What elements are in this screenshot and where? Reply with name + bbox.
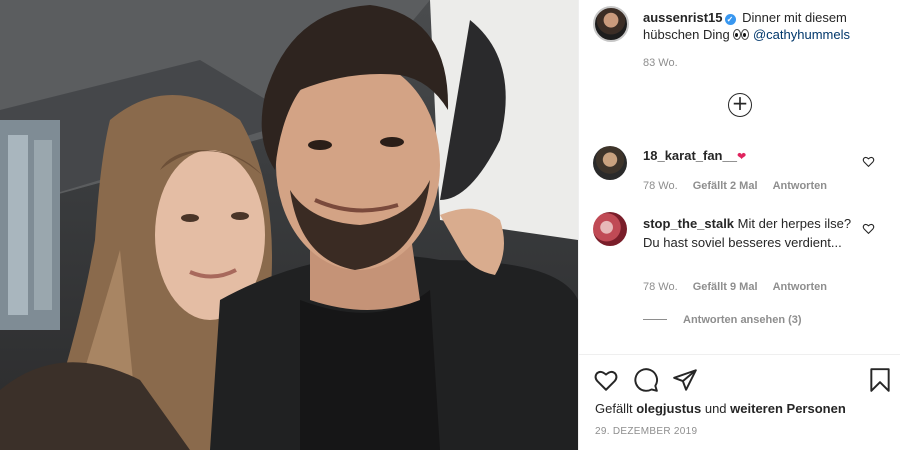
comment-likes[interactable]: Gefällt 9 Mal (693, 281, 758, 293)
post-details-panel: aussenrist15 ✓ Dinner mit diesem hübschen… (578, 0, 900, 450)
comment-meta: 78 Wo. Gefällt 2 Mal Antworten (643, 180, 839, 192)
plus-circle-icon[interactable]: + (728, 93, 752, 117)
comment-likes[interactable]: Gefällt 2 Mal (693, 180, 758, 192)
author-username[interactable]: aussenrist15 (643, 10, 723, 25)
comment-body: 18_karat_fan__❤ (643, 146, 855, 167)
view-replies-button[interactable]: Antworten ansehen (3) (643, 314, 802, 326)
photo-illustration (0, 0, 578, 450)
comment-username[interactable]: 18_karat_fan__ (643, 148, 737, 163)
comment-avatar[interactable] (593, 212, 627, 246)
comment-time: 78 Wo. (643, 180, 678, 192)
likes-others-link[interactable]: weiteren Personen (730, 401, 846, 416)
heart-emoji-icon: ❤ (736, 151, 747, 163)
paper-plane-icon[interactable] (672, 367, 698, 393)
likes-prefix: Gefällt (595, 401, 633, 416)
caption-mention-link[interactable]: @cathyhummels (753, 27, 850, 42)
eyes-emoji-icon (733, 26, 750, 43)
likes-summary: Gefällt olegjustus und weiteren Personen (595, 401, 846, 416)
comment-meta: 78 Wo. Gefällt 9 Mal Antworten (643, 281, 839, 293)
verified-badge-icon: ✓ (724, 14, 736, 25)
comment-body: stop_the_stalk Mit der herpes ilse? Du h… (643, 214, 855, 252)
speech-bubble-icon[interactable] (633, 367, 659, 393)
bookmark-icon[interactable] (867, 367, 893, 393)
comment-like-icon[interactable] (862, 222, 875, 235)
comment-username[interactable]: stop_the_stalk (643, 216, 734, 231)
likes-connector: und (704, 401, 727, 416)
reply-button[interactable]: Antworten (773, 281, 827, 293)
post-date: 29. DEZEMBER 2019 (595, 426, 698, 437)
heart-outline-icon[interactable] (593, 367, 619, 393)
comment-like-icon[interactable] (862, 155, 875, 168)
caption-timestamp: 83 Wo. (643, 57, 678, 69)
post-photo[interactable] (0, 0, 578, 450)
post-caption: aussenrist15 ✓ Dinner mit diesem hübschen… (643, 9, 891, 43)
replies-divider (643, 319, 667, 320)
view-replies-label: Antworten ansehen (3) (683, 314, 802, 326)
comment-time: 78 Wo. (643, 281, 678, 293)
author-avatar[interactable] (593, 6, 629, 42)
comment-avatar[interactable] (593, 146, 627, 180)
actions-divider (579, 354, 900, 355)
reply-button[interactable]: Antworten (773, 180, 827, 192)
likes-user-link[interactable]: olegjustus (636, 401, 701, 416)
